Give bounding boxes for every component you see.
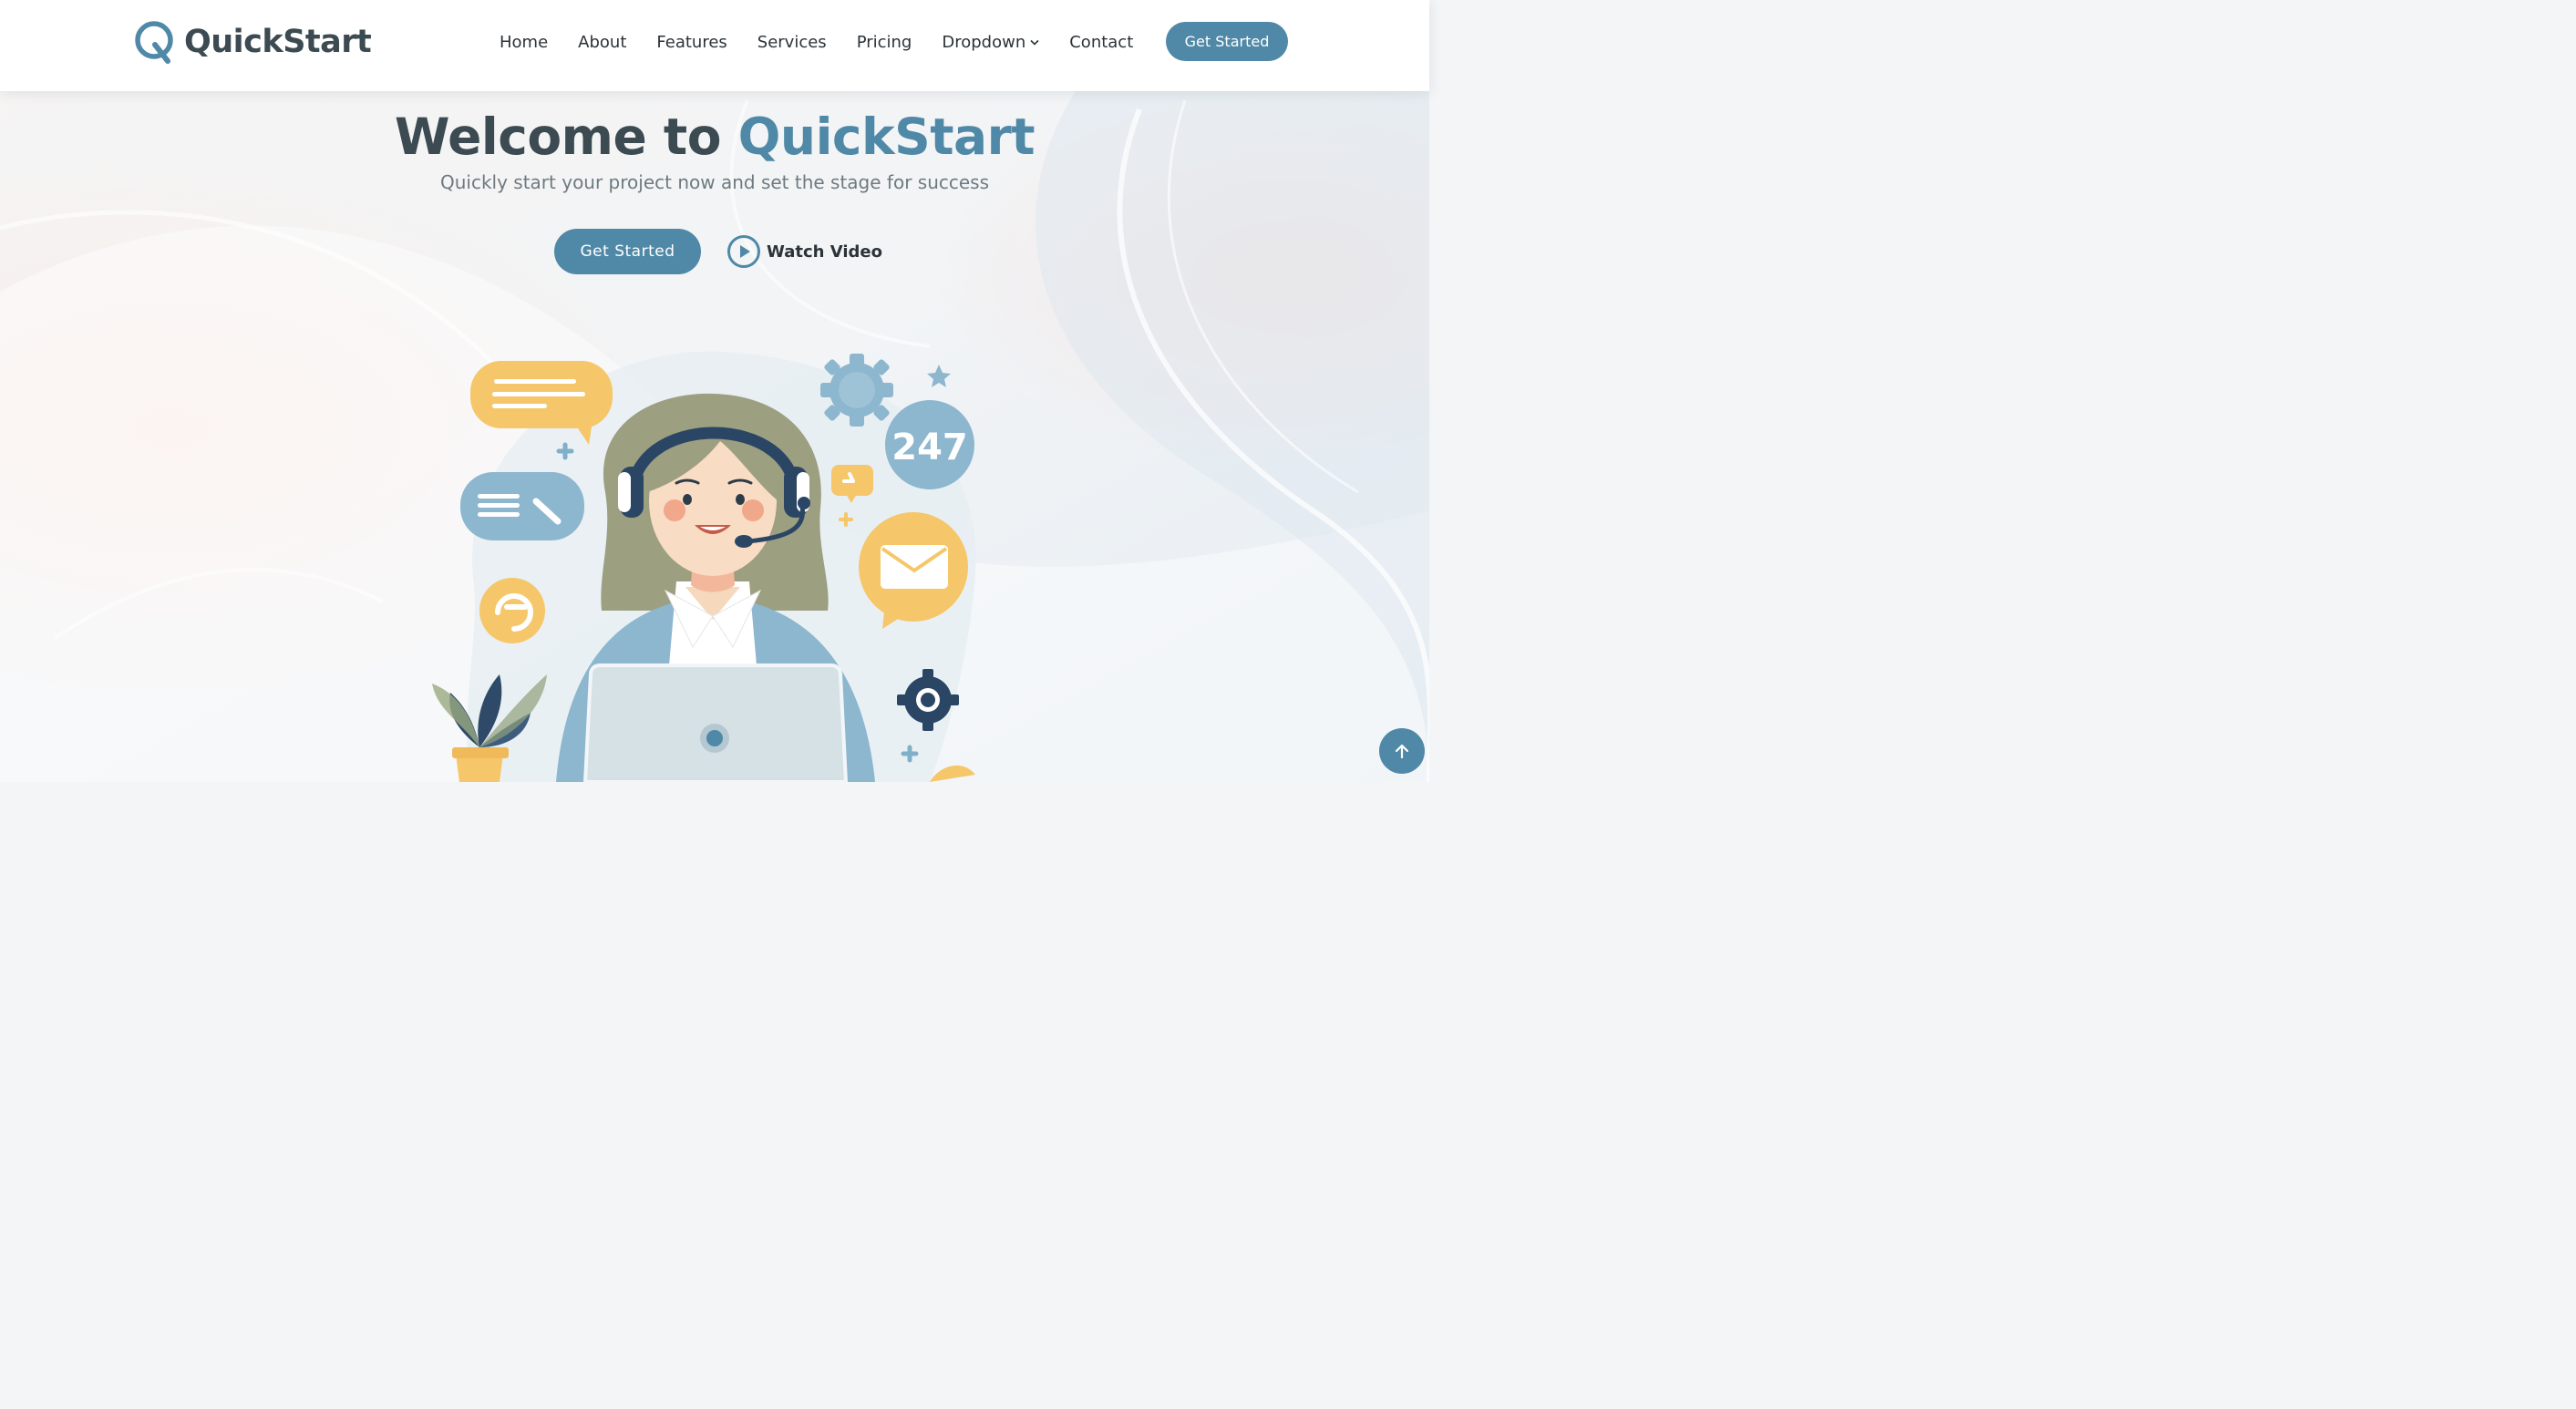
arrow-up-icon bbox=[1395, 744, 1409, 759]
message-bubble-icon bbox=[460, 472, 584, 540]
hero-title-accent: QuickStart bbox=[737, 108, 1036, 166]
main-nav: Home About Features Services Pricing Dro… bbox=[500, 22, 1163, 62]
gear-icon bbox=[820, 354, 893, 427]
refresh-circle-icon bbox=[479, 578, 545, 643]
watch-video-link[interactable]: Watch Video bbox=[726, 234, 882, 269]
nav-dropdown[interactable]: Dropdown bbox=[942, 33, 1039, 52]
nav-about[interactable]: About bbox=[578, 33, 626, 52]
nav-services[interactable]: Services bbox=[757, 33, 827, 52]
support-247-badge: 247 bbox=[885, 400, 974, 489]
scroll-top-button[interactable] bbox=[1379, 728, 1425, 774]
hero-get-started-button[interactable]: Get Started bbox=[554, 229, 701, 274]
laptop-icon bbox=[582, 663, 849, 782]
nav-contact[interactable]: Contact bbox=[1069, 33, 1133, 52]
play-circle-icon bbox=[727, 235, 760, 268]
header-get-started-button[interactable]: Get Started bbox=[1166, 22, 1288, 61]
nav-features[interactable]: Features bbox=[656, 33, 726, 52]
hero-title-prefix: Welcome to bbox=[394, 108, 722, 166]
chevron-down-icon bbox=[1030, 39, 1039, 46]
site-header: QuickStart Home About Features Services … bbox=[0, 0, 1429, 91]
hero-subtitle: Quickly start your project now and set t… bbox=[439, 171, 990, 193]
watch-video-label: Watch Video bbox=[767, 242, 882, 262]
badge-247-text: 247 bbox=[891, 427, 968, 468]
nav-pricing[interactable]: Pricing bbox=[857, 33, 912, 52]
customer-support-illustration: 247 bbox=[432, 351, 976, 782]
nav-home[interactable]: Home bbox=[500, 33, 548, 52]
hero-title: Welcome to QuickStart bbox=[0, 108, 1429, 166]
q-logo-icon bbox=[135, 21, 173, 64]
brand-logo[interactable]: QuickStart bbox=[133, 18, 372, 66]
brand-name: QuickStart bbox=[184, 24, 372, 60]
nav-dropdown-label: Dropdown bbox=[942, 32, 1026, 52]
